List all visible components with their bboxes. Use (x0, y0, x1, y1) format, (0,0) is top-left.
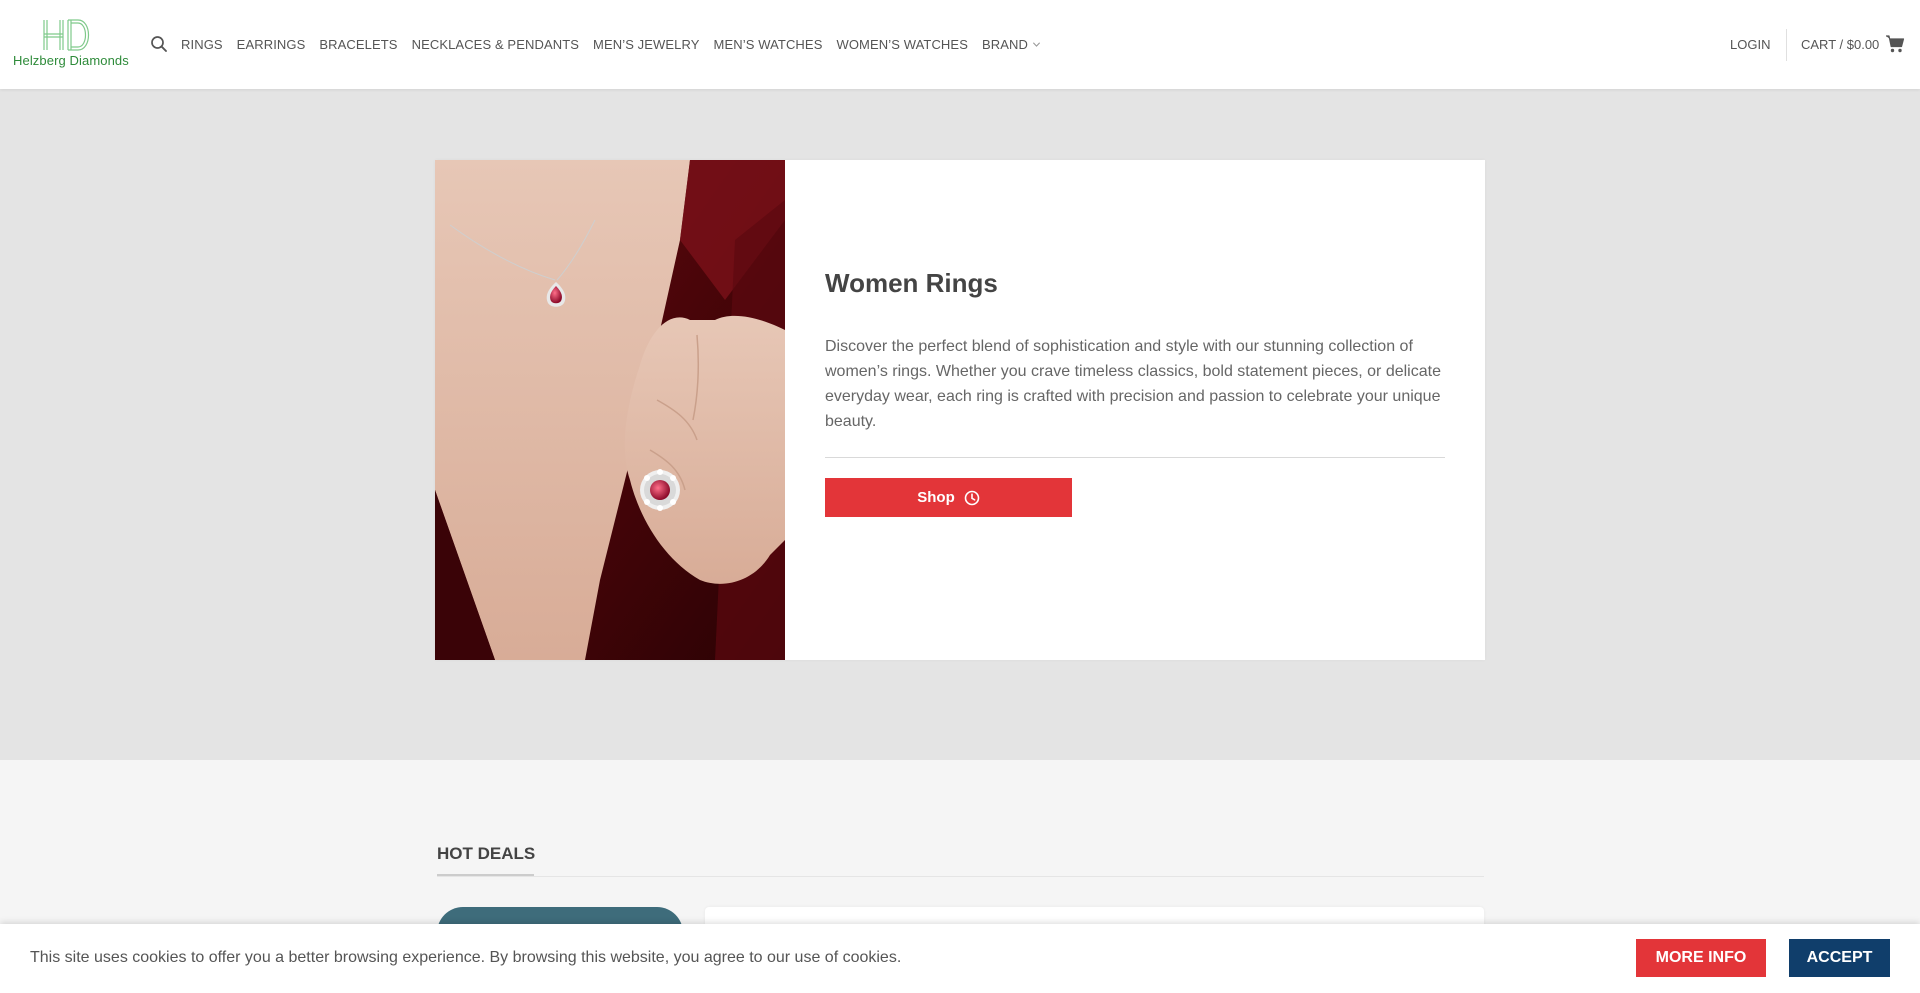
nav-item-necklaces-pendants[interactable]: NECKLACES & PENDANTS (412, 37, 579, 52)
hot-deals-underline (437, 874, 534, 876)
site-header: Helzberg Diamonds RINGS EARRINGS BRACELE… (0, 0, 1920, 89)
featured-divider (825, 457, 1445, 458)
cart-link[interactable]: CART / $0.00 (1801, 31, 1905, 57)
cart-label: CART / $0.00 (1801, 36, 1880, 52)
featured-title: Women Rings (825, 268, 998, 298)
more-info-button[interactable]: MORE INFO (1636, 939, 1766, 977)
clock-icon (964, 490, 980, 505)
shop-button-label: Shop (917, 489, 955, 506)
nav-item-earrings[interactable]: EARRINGS (237, 37, 306, 52)
nav-item-mens-jewelry[interactable]: MEN’S JEWELRY (593, 37, 700, 52)
nav-item-rings[interactable]: RINGS (181, 37, 223, 52)
nav-item-brand[interactable]: BRAND (982, 37, 1041, 52)
logo-monogram (43, 19, 90, 51)
shop-button[interactable]: Shop (825, 478, 1072, 517)
nav-item-bracelets[interactable]: BRACELETS (319, 37, 397, 52)
login-link[interactable]: LOGIN (1730, 37, 1770, 52)
featured-description: Discover the perfect blend of sophistica… (825, 338, 1441, 430)
featured-card: Women Rings Discover the perfect blend o… (435, 160, 1485, 660)
cookie-message: This site uses cookies to offer you a be… (30, 949, 902, 966)
accept-button[interactable]: ACCEPT (1789, 939, 1890, 977)
logo-text: Helzberg Diamonds (13, 53, 129, 68)
hot-deals-rule (437, 876, 1484, 877)
search-icon[interactable] (150, 35, 168, 53)
featured-image (435, 160, 785, 660)
chevron-down-icon (1032, 42, 1041, 47)
logo[interactable]: Helzberg Diamonds (13, 18, 129, 72)
nav-item-womens-watches[interactable]: WOMEN’S WATCHES (836, 37, 968, 52)
cart-icon (1886, 35, 1905, 53)
main-nav: RINGS EARRINGS BRACELETS NECKLACES & PEN… (181, 0, 1055, 89)
nav-item-brand-label: BRAND (981, 37, 1028, 52)
header-divider (1786, 29, 1787, 61)
cookie-banner: This site uses cookies to offer you a be… (0, 924, 1920, 993)
nav-item-mens-watches[interactable]: MEN’S WATCHES (714, 37, 823, 52)
hot-deals-title: HOT DEALS (437, 844, 536, 863)
